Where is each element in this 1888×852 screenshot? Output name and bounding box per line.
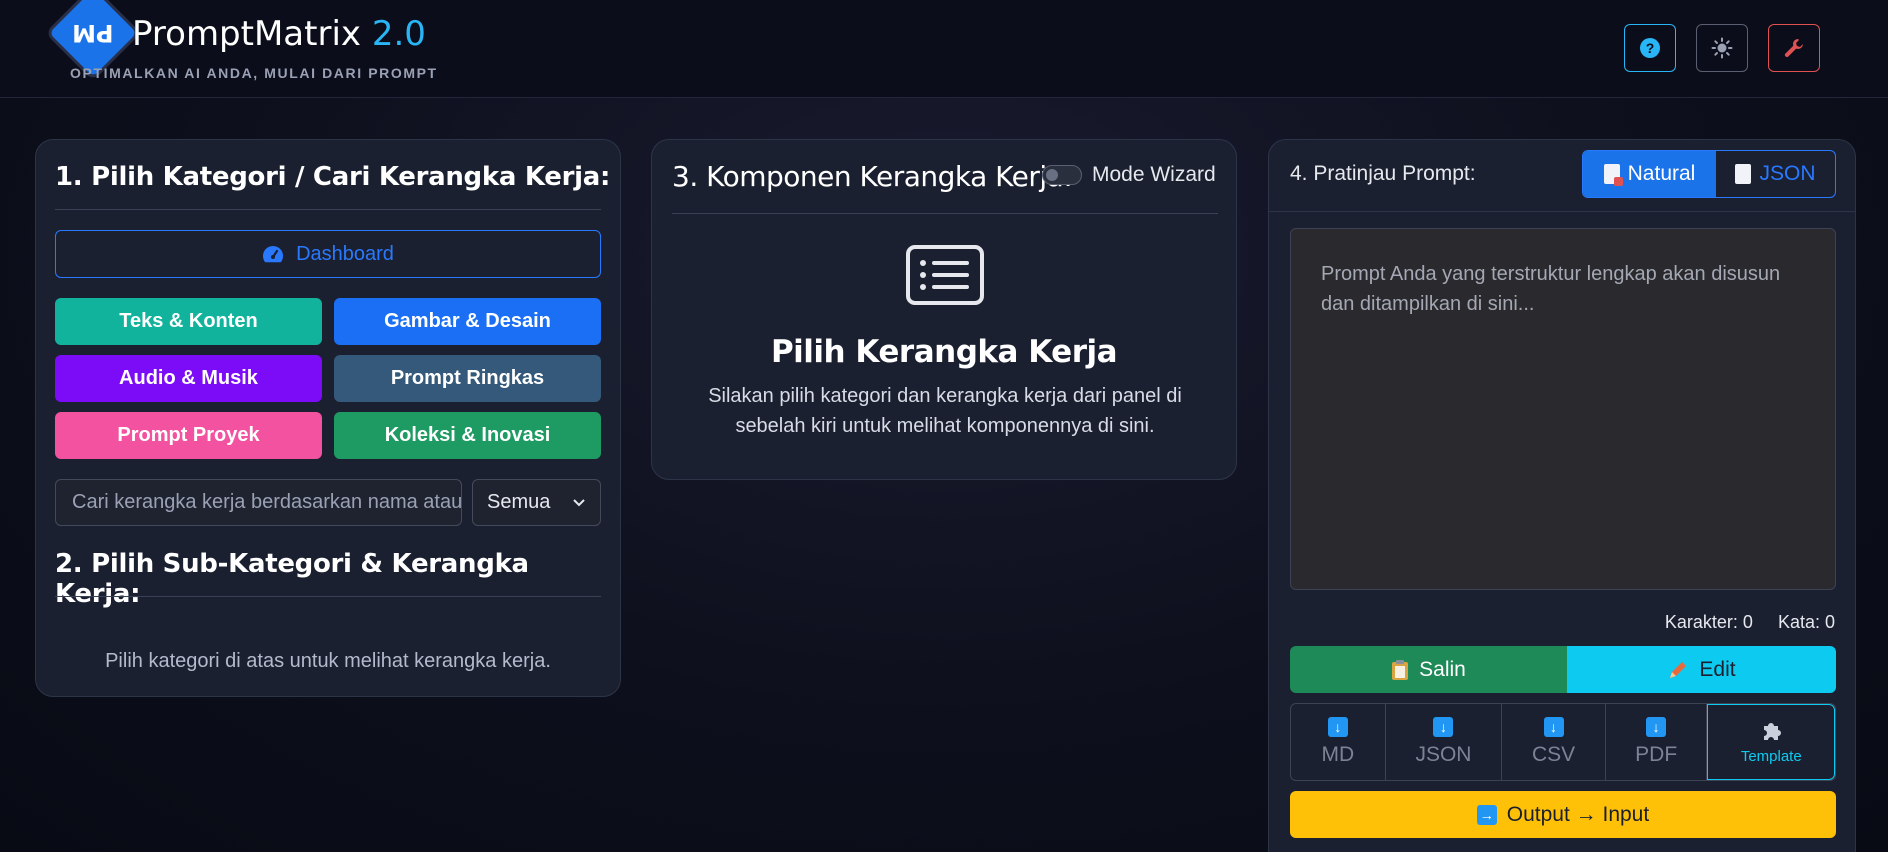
dashboard-label: Dashboard	[296, 242, 394, 265]
help-icon: ?	[1640, 38, 1660, 58]
download-icon: ↓	[1646, 717, 1667, 737]
category-koleksi-inovasi[interactable]: Koleksi & Inovasi	[334, 412, 601, 459]
export-pdf-button[interactable]: ↓ PDF	[1606, 704, 1708, 780]
tools-button[interactable]	[1768, 24, 1820, 72]
tagline: OPTIMALKAN AI ANDA, MULAI DARI PROMPT	[70, 65, 438, 81]
document-icon	[1603, 164, 1623, 186]
category-audio-musik[interactable]: Audio & Musik	[55, 355, 322, 402]
preview-panel: 4. Pratinjau Prompt: Natural JSON Prompt…	[1268, 139, 1856, 852]
word-count: Kata: 0	[1777, 612, 1835, 632]
category-panel-title: 1. Pilih Kategori / Cari Kerangka Kerja:	[55, 162, 611, 192]
preview-panel-header: 4. Pratinjau Prompt: Natural JSON	[1269, 140, 1855, 212]
chevron-down-icon	[573, 498, 585, 506]
tab-natural[interactable]: Natural	[1583, 151, 1716, 197]
app-header: PM PromptMatrix 2.0 OPTIMALKAN AI ANDA, …	[0, 0, 1888, 98]
wizard-mode-label: Mode Wizard	[1092, 163, 1216, 186]
download-icon: ↓	[1543, 717, 1564, 737]
theme-toggle-button[interactable]	[1696, 24, 1748, 72]
brand-name: PromptMatrix 2.0	[132, 14, 426, 54]
dashboard-button[interactable]: Dashboard	[55, 230, 601, 278]
category-prompt-ringkas[interactable]: Prompt Ringkas	[334, 355, 601, 402]
category-teks-konten[interactable]: Teks & Konten	[55, 298, 322, 345]
edit-button[interactable]: Edit	[1567, 646, 1836, 693]
list-icon	[906, 245, 984, 305]
template-button[interactable]: Template	[1707, 704, 1835, 780]
gauge-icon	[263, 246, 284, 263]
pencil-icon	[1670, 661, 1687, 678]
export-csv-button[interactable]: ↓ CSV	[1502, 704, 1606, 780]
components-panel-title: 3. Komponen Kerangka Kerja:	[672, 160, 1073, 193]
export-md-button[interactable]: ↓ MD	[1291, 704, 1386, 780]
text-stats: Karakter: 0 Kata: 0	[1645, 612, 1835, 633]
brand-version: 2.0	[371, 14, 426, 54]
download-icon: ↓	[1433, 717, 1454, 737]
export-buttons: ↓ MD ↓ JSON ↓ CSV ↓ PDF Template	[1290, 703, 1836, 781]
tab-json[interactable]: JSON	[1716, 151, 1835, 197]
placeholder-title: Pilih Kerangka Kerja	[770, 334, 1118, 370]
sun-icon	[1711, 37, 1733, 59]
clipboard-icon	[1392, 659, 1409, 680]
help-button[interactable]: ?	[1624, 24, 1676, 72]
download-icon: ↓	[1327, 717, 1348, 737]
subcategory-title: 2. Pilih Sub-Kategori & Kerangka Kerja:	[55, 549, 529, 609]
arrow-right-icon: →	[1476, 804, 1497, 825]
preview-panel-title: 4. Pratinjau Prompt:	[1290, 162, 1476, 185]
char-count: Karakter: 0	[1664, 612, 1753, 632]
components-panel: 3. Komponen Kerangka Kerja: Mode Wizard …	[651, 139, 1237, 480]
category-filter-select[interactable]: Semua	[472, 479, 601, 526]
empty-state-text: Pilih kategori di atas untuk melihat ker…	[105, 650, 551, 672]
copy-button[interactable]: Salin	[1290, 646, 1567, 693]
divider	[55, 209, 601, 210]
document-icon	[1735, 164, 1752, 184]
export-json-button[interactable]: ↓ JSON	[1386, 704, 1503, 780]
category-gambar-desain[interactable]: Gambar & Desain	[334, 298, 601, 345]
output-to-input-button[interactable]: → Output → Input	[1290, 791, 1836, 838]
placeholder-description: Silakan pilih kategori dan kerangka kerj…	[708, 385, 1182, 437]
puzzle-icon	[1764, 722, 1782, 740]
wizard-mode-toggle[interactable]	[1042, 165, 1082, 185]
prompt-preview-textarea[interactable]: Prompt Anda yang terstruktur lengkap aka…	[1290, 228, 1836, 590]
category-panel: 1. Pilih Kategori / Cari Kerangka Kerja:…	[35, 139, 621, 697]
format-toggle: Natural JSON	[1582, 150, 1836, 198]
divider	[55, 596, 601, 597]
logo-text: PM	[72, 18, 114, 47]
wrench-icon	[1784, 39, 1803, 57]
divider	[672, 213, 1218, 214]
framework-search-input[interactable]: Cari kerangka kerja berdasarkan nama ata…	[55, 479, 462, 526]
category-prompt-proyek[interactable]: Prompt Proyek	[55, 412, 322, 459]
